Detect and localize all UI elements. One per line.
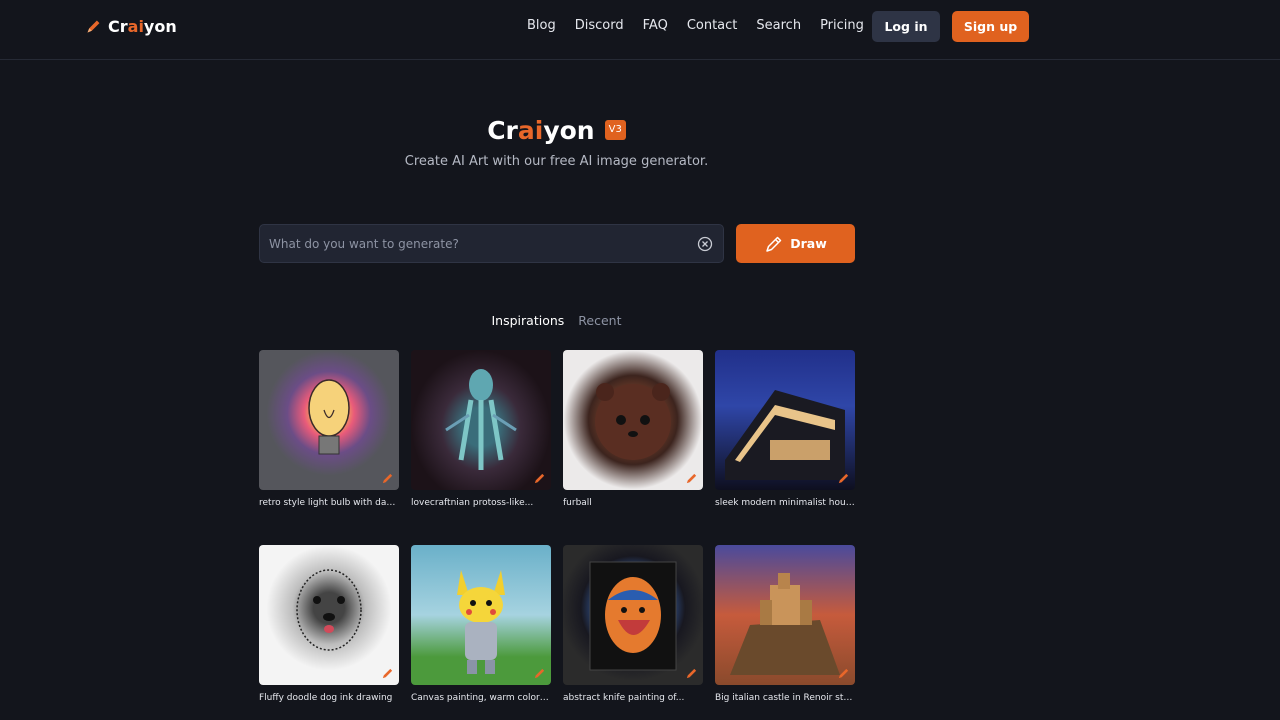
gallery-image[interactable]: [715, 545, 855, 685]
furball-art: [595, 383, 671, 460]
edit-icon[interactable]: [685, 667, 698, 680]
nav-faq[interactable]: FAQ: [643, 17, 668, 35]
hero-subtitle: Create AI Art with our free AI image gen…: [404, 154, 709, 169]
gallery-image[interactable]: [411, 350, 551, 490]
gallery-image[interactable]: [259, 545, 399, 685]
pikachu-art: [457, 570, 505, 674]
pencil-icon: [766, 236, 782, 252]
nav-blog[interactable]: Blog: [527, 17, 556, 35]
edit-icon[interactable]: [837, 472, 850, 485]
login-button[interactable]: Log in: [872, 11, 940, 42]
gallery-item[interactable]: retro style light bulb with dark...: [259, 350, 399, 508]
gallery-item[interactable]: Canvas painting, warm colors,...: [411, 545, 551, 703]
gallery-image[interactable]: [411, 545, 551, 685]
edit-icon[interactable]: [381, 667, 394, 680]
edit-icon[interactable]: [381, 472, 394, 485]
nav-search[interactable]: Search: [756, 17, 801, 35]
abstract-face-art: [589, 561, 677, 671]
edit-icon[interactable]: [837, 667, 850, 680]
prompt-box: [259, 224, 724, 263]
gallery-item[interactable]: sleek modern minimalist house: [715, 350, 855, 508]
edit-icon[interactable]: [533, 472, 546, 485]
pencil-logo-icon: [87, 20, 100, 32]
prompt-input[interactable]: [260, 225, 690, 262]
gallery-tabs: Inspirations Recent: [0, 313, 1113, 328]
gallery-caption: lovecraftnian protoss-like...: [411, 498, 534, 508]
gallery-caption: Big italian castle in Renoir styl...: [715, 693, 855, 703]
gallery-item[interactable]: abstract knife painting of...: [563, 545, 703, 703]
castle-art: [730, 573, 840, 675]
gallery-image[interactable]: [563, 350, 703, 490]
gallery-caption: Fluffy doodle dog ink drawing: [259, 693, 393, 703]
clear-icon[interactable]: [697, 236, 713, 252]
top-header: Craiyon Blog Discord FAQ Contact Search …: [0, 0, 1280, 60]
lightbulb-art: [308, 379, 350, 455]
gallery-item[interactable]: Big italian castle in Renoir styl...: [715, 545, 855, 703]
signup-button[interactable]: Sign up: [952, 11, 1029, 42]
gallery-caption: sleek modern minimalist house: [715, 498, 855, 508]
house-art: [725, 390, 845, 480]
tab-inspirations[interactable]: Inspirations: [492, 313, 565, 328]
hero-title: Craiyon V3: [0, 113, 1113, 147]
tab-recent[interactable]: Recent: [578, 313, 621, 328]
creature-art: [445, 369, 517, 470]
edit-icon[interactable]: [533, 667, 546, 680]
gallery-caption: abstract knife painting of...: [563, 693, 685, 703]
gallery-image[interactable]: [715, 350, 855, 490]
gallery-item[interactable]: furball: [563, 350, 703, 508]
edit-icon[interactable]: [685, 472, 698, 485]
logo-text: Craiyon: [108, 16, 177, 36]
gallery-item[interactable]: lovecraftnian protoss-like...: [411, 350, 551, 508]
gallery-caption: furball: [563, 498, 592, 508]
draw-label: Draw: [790, 236, 827, 251]
nav-contact[interactable]: Contact: [687, 17, 738, 35]
gallery-caption: Canvas painting, warm colors,...: [411, 693, 551, 703]
gallery-image[interactable]: [259, 350, 399, 490]
draw-button[interactable]: Draw: [736, 224, 855, 263]
gallery-image[interactable]: [563, 545, 703, 685]
gallery-item[interactable]: Fluffy doodle dog ink drawing: [259, 545, 399, 703]
dog-art: [296, 569, 362, 651]
hero-title-text: Craiyon: [487, 115, 595, 145]
main-nav: Blog Discord FAQ Contact Search Pricing: [527, 17, 864, 35]
nav-pricing[interactable]: Pricing: [820, 17, 864, 35]
logo[interactable]: Craiyon: [85, 14, 177, 38]
nav-discord[interactable]: Discord: [575, 17, 624, 35]
gallery-caption: retro style light bulb with dark...: [259, 498, 399, 508]
version-badge: V3: [604, 120, 626, 140]
